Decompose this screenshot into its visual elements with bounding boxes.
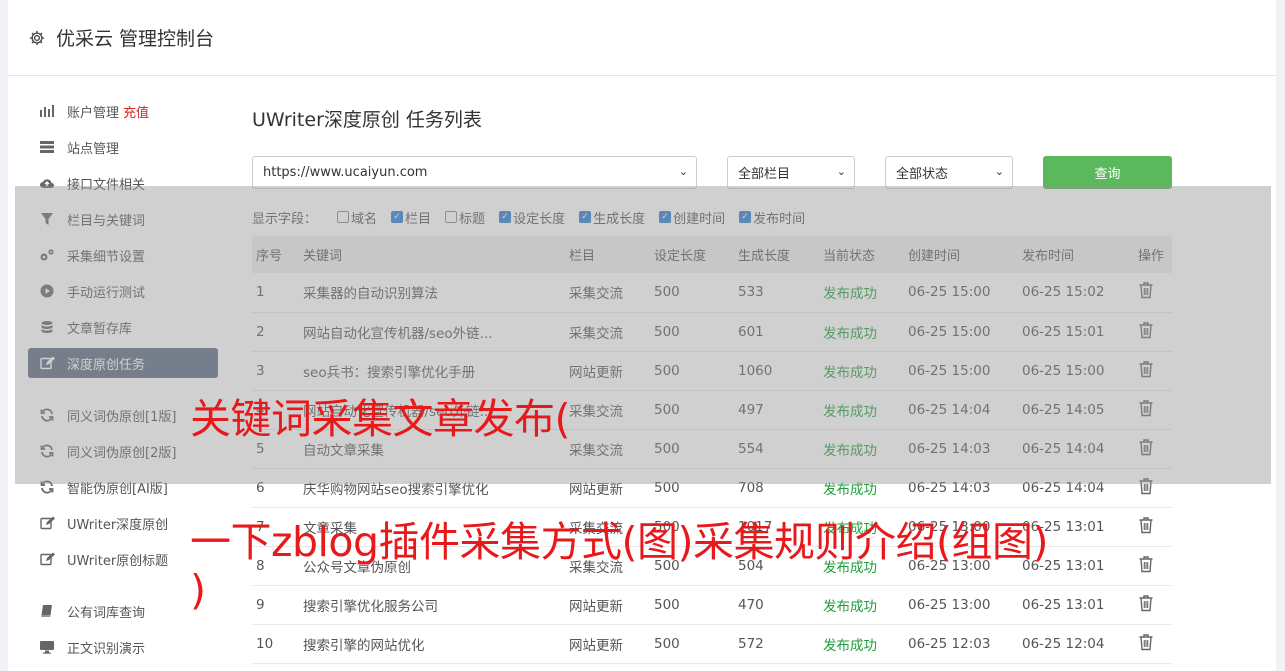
bar-chart-icon (38, 102, 56, 120)
sidebar-item-label: UWriter深度原创 (67, 517, 169, 533)
row-published-time: 06-25 12:04 (1018, 624, 1134, 664)
trash-icon[interactable] (1138, 633, 1156, 651)
row-status: 发布成功 (819, 624, 904, 664)
chevron-down-icon: ⌄ (994, 165, 1004, 178)
page-title: UWriter深度原创 任务列表 (252, 109, 482, 131)
overlay-headline-line2: 一下zblog插件采集方式(图)采集规则介绍(组图) (190, 518, 1049, 566)
monitor-icon (38, 638, 56, 656)
site-select[interactable]: https://www.ucaiyun.com ⌄ (252, 156, 697, 189)
row-column: 网站更新 (565, 585, 650, 625)
table-row: 10 搜索引擎的网站优化 网站更新 500 572 发布成功 06-25 12:03 06-2… (252, 624, 1172, 664)
book-icon (38, 602, 56, 620)
row-status: 发布成功 (819, 585, 904, 625)
column-select[interactable]: 全部栏目 ⌄ (727, 156, 855, 189)
status-select[interactable]: 全部状态 ⌄ (885, 156, 1013, 189)
server-icon (38, 138, 56, 156)
sidebar-item-2[interactable]: 站点管理 (28, 132, 218, 162)
gear-icon (28, 29, 46, 47)
trash-icon[interactable] (1138, 594, 1156, 612)
row-keyword: 搜索引擎的网站优化 (299, 624, 565, 664)
status-select-value: 全部状态 (896, 167, 949, 182)
chevron-down-icon: ⌄ (836, 165, 846, 178)
sidebar-item-1[interactable]: 账户管理 充值 (28, 96, 218, 126)
sidebar-item-label: 站点管理 (67, 141, 120, 157)
overlay-headline-line3: ) (190, 566, 206, 614)
row-created-time: 06-25 13:00 (904, 585, 1018, 625)
row-keyword: 搜索引擎优化服务公司 (299, 585, 565, 625)
query-button[interactable]: 查询 (1043, 156, 1172, 189)
trash-icon[interactable] (1138, 516, 1156, 534)
app-title: 优采云 管理控制台 (56, 28, 215, 50)
trash-icon[interactable] (1138, 555, 1156, 573)
site-select-value: https://www.ucaiyun.com (263, 165, 428, 180)
row-created-time: 06-25 12:03 (904, 624, 1018, 664)
row-index: 9 (252, 585, 299, 625)
edit-icon (38, 514, 56, 532)
table-row: 9 搜索引擎优化服务公司 网站更新 500 470 发布成功 06-25 13:00 06-2… (252, 585, 1172, 625)
sidebar-item-label: 公有词库查询 (67, 605, 146, 621)
sidebar-item-label: 账户管理 (67, 105, 120, 121)
overlay-headline-line1: 关键词采集文章发布( (190, 395, 571, 443)
row-actions (1134, 546, 1172, 586)
row-actions (1134, 507, 1172, 547)
column-select-value: 全部栏目 (738, 167, 791, 182)
row-actions (1134, 585, 1172, 625)
sidebar-item-15[interactable]: 正文识别演示 (28, 632, 218, 662)
row-published-time: 06-25 13:01 (1018, 585, 1134, 625)
edit-icon (38, 550, 56, 568)
row-set-length: 500 (650, 585, 734, 625)
header: 优采云 管理控制台 (8, 0, 1276, 76)
row-gen-length: 470 (734, 585, 819, 625)
sidebar-item-label: UWriter原创标题 (67, 553, 169, 569)
row-column: 网站更新 (565, 624, 650, 664)
row-set-length: 500 (650, 624, 734, 664)
row-gen-length: 572 (734, 624, 819, 664)
chevron-down-icon: ⌄ (678, 165, 688, 178)
row-actions (1134, 624, 1172, 664)
recharge-link[interactable]: 充值 (123, 102, 149, 121)
row-index: 10 (252, 624, 299, 664)
sidebar-item-label: 正文识别演示 (67, 641, 146, 657)
